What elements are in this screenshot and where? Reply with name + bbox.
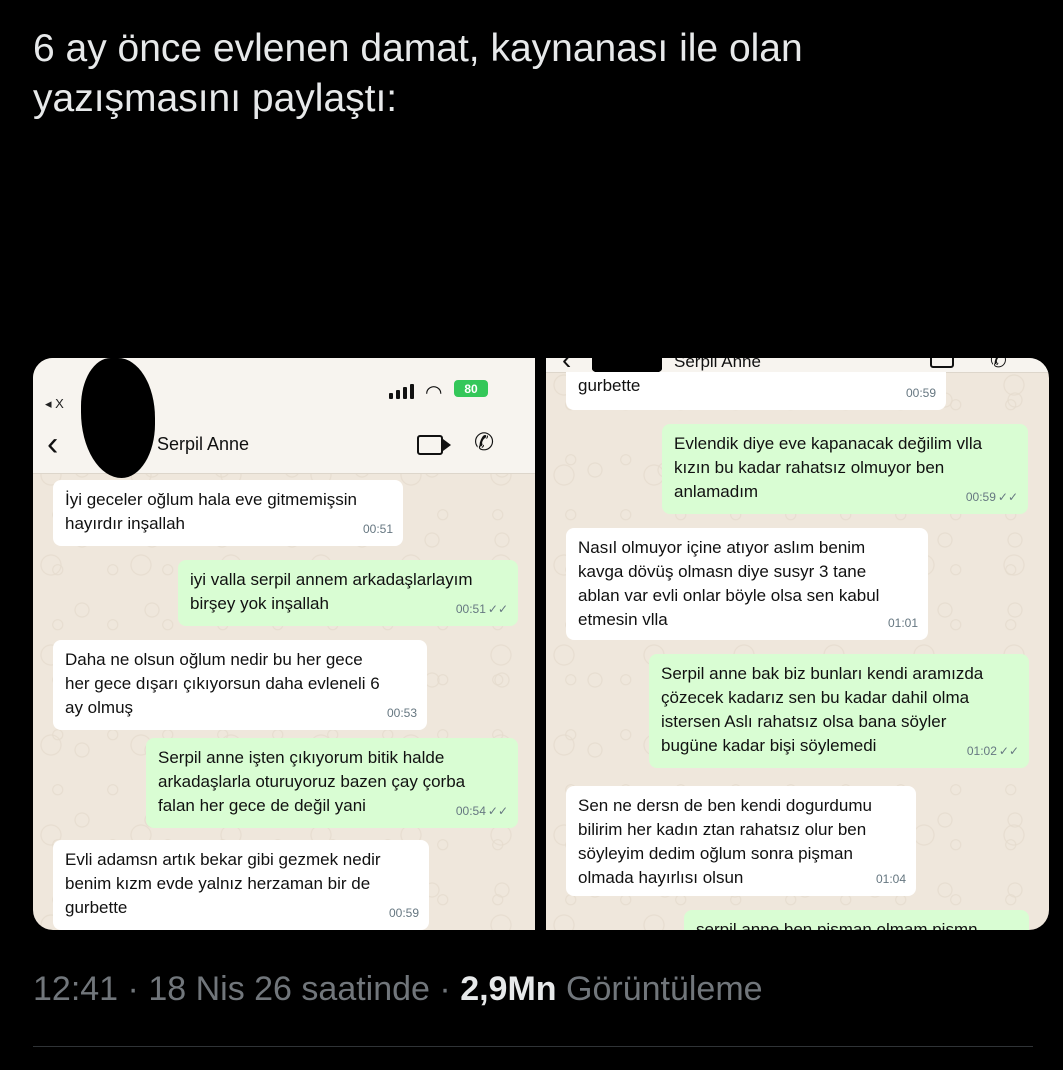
message-time: 01:01 — [887, 616, 918, 630]
message-bubble[interactable]: Nasıl olmuyor içine atıyor aslım benim k… — [566, 528, 928, 640]
message-text: gurbette — [578, 376, 641, 395]
message-bubble[interactable]: Sen ne dersn de ben kendi dogurdumu bili… — [566, 786, 916, 896]
message-time: 00:54 ✓✓ — [455, 804, 508, 818]
message-time: 00:59 — [388, 906, 419, 920]
message-text: Nasıl olmuyor içine atıyor aslım benim k… — [578, 538, 880, 629]
tweet-time[interactable]: 12:41 — [33, 970, 118, 1008]
message-text: İyi geceler oğlum hala eve gitmemişsin h… — [65, 490, 357, 533]
chevron-left-icon[interactable]: ‹ — [47, 424, 58, 464]
meta-separator: · — [439, 970, 451, 1008]
message-bubble[interactable]: Evlendik diye eve kapanacak değilim vlla… — [662, 424, 1028, 514]
message-time: 00:53 — [386, 706, 417, 720]
read-ticks-icon: ✓✓ — [487, 804, 508, 818]
battery-icon: 80 — [454, 380, 488, 397]
message-bubble[interactable]: iyi valla serpil annem arkadaşlarlayım b… — [178, 560, 518, 626]
phone-call-icon[interactable]: ✆ — [474, 428, 494, 457]
message-bubble[interactable]: İyi geceler oğlum hala eve gitmemişsin h… — [53, 480, 403, 546]
message-text: Sen ne dersn de ben kendi dogurdumu bili… — [578, 796, 872, 887]
message-time: 00:59 — [905, 386, 936, 400]
views-count[interactable]: 2,9Mn — [460, 970, 556, 1008]
video-call-icon[interactable] — [417, 435, 451, 455]
message-time: 00:51 — [362, 522, 393, 536]
message-text: Evli adamsn artık bekar gibi gezmek nedi… — [65, 850, 381, 917]
divider — [33, 1046, 1033, 1047]
tweet-meta: 12:41 · 18 Nis 26 saatinde · 2,9Mn Görün… — [33, 970, 763, 1009]
tweet-date[interactable]: 18 Nis 26 saatinde — [148, 970, 430, 1008]
read-ticks-icon: ✓✓ — [998, 744, 1019, 758]
message-time: 00:51 ✓✓ — [455, 602, 508, 616]
message-bubble[interactable]: Daha ne olsun oğlum nedir bu her gece he… — [53, 640, 427, 730]
read-ticks-icon: ✓✓ — [487, 602, 508, 616]
video-call-icon[interactable] — [930, 358, 954, 368]
message-bubble[interactable]: Serpil anne işten çıkıyorum bitik halde … — [146, 738, 518, 828]
message-text: Serpil anne bak biz bunları kendi aramız… — [661, 664, 984, 755]
views-label[interactable]: Görüntüleme — [566, 970, 763, 1008]
read-ticks-icon: ✓✓ — [997, 490, 1018, 504]
chat-screenshot-left[interactable]: ◂ X ◠ 80 ‹ Serpil Anne ✆ İyi geceler oğl… — [33, 358, 535, 930]
phone-call-icon[interactable]: ✆ — [990, 358, 1007, 373]
chat-screenshot-right[interactable]: ‹ Serpil Anne ✆ gurbette 00:59 Evlendik … — [546, 358, 1049, 930]
tweet-text: 6 ay önce evlenen damat, kaynanası ile o… — [33, 27, 803, 120]
message-text: Daha ne olsun oğlum nedir bu her gece he… — [65, 650, 380, 717]
message-bubble[interactable]: Evli adamsn artık bekar gibi gezmek nedi… — [53, 840, 429, 930]
message-text: serpil anne ben pişman olmam pişmn — [696, 920, 978, 930]
meta-separator: · — [127, 970, 139, 1008]
wifi-icon: ◠ — [425, 382, 443, 404]
signal-icon — [389, 384, 414, 399]
contact-name[interactable]: Serpil Anne — [674, 358, 761, 372]
message-time: 01:02 ✓✓ — [966, 744, 1019, 758]
message-bubble[interactable]: gurbette 00:59 — [566, 372, 946, 410]
message-bubble[interactable]: serpil anne ben pişman olmam pişmn — [684, 910, 1029, 930]
message-time: 01:04 — [875, 872, 906, 886]
contact-name[interactable]: Serpil Anne — [157, 434, 249, 455]
message-bubble[interactable]: Serpil anne bak biz bunları kendi aramız… — [649, 654, 1029, 768]
back-to-app-label: ◂ X — [45, 396, 64, 411]
message-time: 00:59 ✓✓ — [965, 490, 1018, 504]
